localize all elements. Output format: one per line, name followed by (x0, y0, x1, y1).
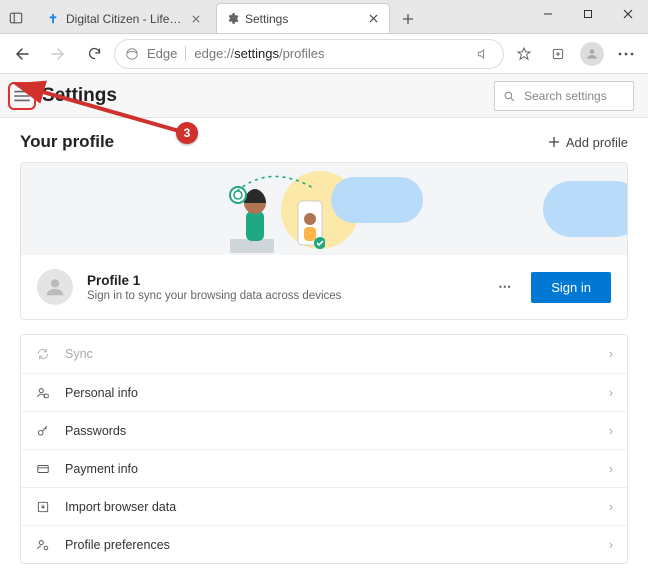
tab-actions-icon (9, 11, 23, 25)
settings-list: Sync › Personal info › Passwords › Payme… (20, 334, 628, 564)
browser-toolbar: Edge edge://settings/profiles (0, 34, 648, 74)
forward-arrow-icon (50, 46, 66, 62)
profile-button[interactable] (576, 38, 608, 70)
list-label: Personal info (65, 386, 138, 400)
close-window-button[interactable] (608, 0, 648, 28)
chevron-right-icon: › (609, 538, 613, 552)
avatar-icon (580, 42, 604, 66)
list-item-import-data[interactable]: Import browser data › (21, 487, 627, 525)
person-gear-icon (35, 538, 51, 552)
sync-icon (35, 347, 51, 361)
dashed-connector (231, 169, 321, 199)
close-icon (369, 14, 378, 23)
hamburger-icon (14, 89, 30, 103)
tab-actions-button[interactable] (6, 8, 26, 28)
list-label: Passwords (65, 424, 126, 438)
close-icon (623, 9, 633, 19)
maximize-icon (583, 9, 593, 19)
forward-button[interactable] (42, 38, 74, 70)
signin-button[interactable]: Sign in (531, 272, 611, 303)
edge-icon (125, 47, 139, 61)
add-profile-button[interactable]: Add profile (548, 135, 628, 150)
profile-card: Profile 1 Sign in to sync your browsing … (20, 162, 628, 320)
url-text: edge://settings/profiles (194, 46, 465, 61)
list-label: Profile preferences (65, 538, 170, 552)
read-aloud-icon (476, 47, 490, 61)
collections-icon (550, 46, 566, 62)
section-title: Your profile (20, 132, 114, 152)
search-placeholder: Search settings (524, 89, 607, 103)
list-label: Payment info (65, 462, 138, 476)
chevron-right-icon: › (609, 386, 613, 400)
tab-title: Settings (245, 12, 359, 26)
chevron-right-icon: › (609, 424, 613, 438)
tab-digital-citizen[interactable]: ✝ Digital Citizen - Life in a digital w (38, 3, 212, 33)
list-item-payment-info[interactable]: Payment info › (21, 449, 627, 487)
back-arrow-icon (14, 46, 30, 62)
refresh-icon (87, 46, 102, 61)
profile-more-button[interactable]: ⋯ (493, 279, 517, 295)
tab-title: Digital Citizen - Life in a digital w (66, 12, 182, 26)
profile-banner (21, 163, 627, 255)
list-item-profile-preferences[interactable]: Profile preferences › (21, 525, 627, 563)
list-label: Sync (65, 347, 93, 361)
edge-label: Edge (147, 46, 186, 61)
profile-name: Profile 1 (87, 273, 479, 288)
settings-header: Settings Search settings (0, 74, 648, 118)
settings-content: Your profile Add profile (0, 118, 648, 582)
collections-button[interactable] (542, 38, 574, 70)
close-tab-button[interactable] (365, 11, 381, 27)
maximize-button[interactable] (568, 0, 608, 28)
chevron-right-icon: › (609, 462, 613, 476)
menu-button[interactable] (610, 38, 642, 70)
cross-icon: ✝ (46, 12, 60, 26)
list-item-sync[interactable]: Sync › (21, 335, 627, 373)
read-aloud-button[interactable] (473, 47, 493, 61)
profile-row: Profile 1 Sign in to sync your browsing … (21, 255, 627, 319)
refresh-button[interactable] (78, 38, 110, 70)
window-controls (528, 0, 648, 28)
favorites-button[interactable] (508, 38, 540, 70)
chevron-right-icon: › (609, 347, 613, 361)
card-icon (35, 462, 51, 476)
window-titlebar: ✝ Digital Citizen - Life in a digital w … (0, 0, 648, 34)
minimize-button[interactable] (528, 0, 568, 28)
profile-description: Sign in to sync your browsing data acros… (87, 290, 479, 302)
plus-icon (402, 13, 414, 25)
phone-illustration (295, 199, 325, 251)
more-icon (618, 52, 634, 56)
gear-icon (225, 12, 239, 26)
back-button[interactable] (6, 38, 38, 70)
star-icon (516, 46, 532, 62)
page-title: Settings (42, 85, 117, 107)
settings-menu-button[interactable] (8, 82, 36, 110)
list-item-personal-info[interactable]: Personal info › (21, 373, 627, 411)
list-label: Import browser data (65, 500, 176, 514)
tab-settings[interactable]: Settings (216, 3, 390, 33)
key-icon (35, 424, 51, 438)
add-profile-label: Add profile (566, 135, 628, 150)
plus-icon (548, 136, 560, 148)
search-icon (503, 90, 516, 103)
address-bar[interactable]: Edge edge://settings/profiles (114, 39, 504, 69)
new-tab-button[interactable] (394, 5, 422, 33)
minimize-icon (543, 9, 553, 19)
chevron-right-icon: › (609, 500, 613, 514)
person-card-icon (35, 386, 51, 400)
avatar-icon (44, 276, 66, 298)
settings-search-input[interactable]: Search settings (494, 81, 634, 111)
profile-avatar (37, 269, 73, 305)
close-tab-button[interactable] (188, 11, 204, 27)
close-icon (192, 15, 200, 23)
import-icon (35, 500, 51, 514)
list-item-passwords[interactable]: Passwords › (21, 411, 627, 449)
